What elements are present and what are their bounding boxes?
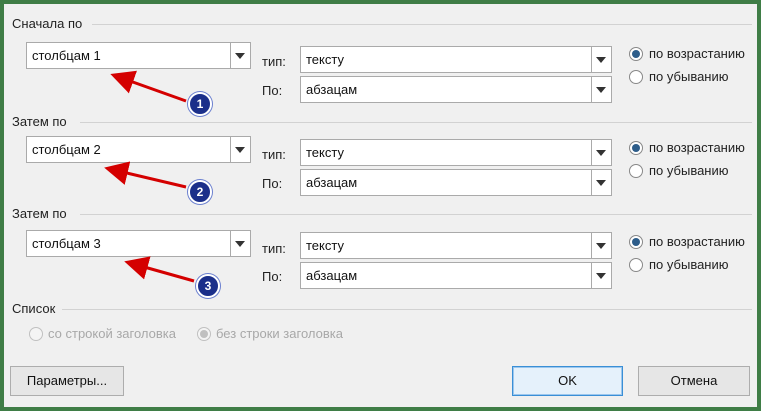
sort-column-value-3: столбцам 3 [32,236,101,251]
without-header-radio[interactable] [197,327,211,341]
type-combo-2[interactable]: тексту [300,139,612,166]
annotation-arrow-3 [124,256,195,283]
by-combo-3[interactable]: абзацам [300,262,612,289]
section-title-second: Затем по [12,114,67,129]
descending-radio-1[interactable] [629,70,643,84]
dropdown-button[interactable] [591,77,611,102]
annotation-arrow-1 [110,70,187,103]
sort-column-combo-1[interactable]: столбцам 1 [26,42,251,69]
by-combo-1[interactable]: абзацам [300,76,612,103]
cancel-button[interactable]: Отмена [638,366,750,396]
sort-dialog: Сначала по столбцам 1 тип: тексту По: аб… [4,4,757,407]
ascending-radio-2[interactable] [629,141,643,155]
section-divider [92,24,752,25]
dropdown-button[interactable] [591,233,611,258]
chevron-down-icon [235,147,245,153]
dropdown-button[interactable] [230,137,250,162]
by-value-2: абзацам [306,175,358,190]
section-divider [80,122,752,123]
dropdown-button[interactable] [591,47,611,72]
descending-radio-3[interactable] [629,258,643,272]
descending-label-1: по убыванию [649,69,729,84]
chevron-down-icon [596,87,606,93]
dropdown-button[interactable] [230,43,250,68]
type-label-3: тип: [262,241,286,256]
ascending-label-3: по возрастанию [649,234,745,249]
sort-column-combo-2[interactable]: столбцам 2 [26,136,251,163]
chevron-down-icon [596,273,606,279]
sort-column-value-1: столбцам 1 [32,48,101,63]
by-combo-2[interactable]: абзацам [300,169,612,196]
type-label-2: тип: [262,147,286,162]
dropdown-button[interactable] [591,140,611,165]
with-header-label: со строкой заголовка [48,326,177,341]
list-section-title: Список [12,301,56,316]
dropdown-button[interactable] [230,231,250,256]
type-value-2: тексту [306,145,344,160]
type-label-1: тип: [262,54,286,69]
ascending-radio-3[interactable] [629,235,643,249]
chevron-down-icon [235,53,245,59]
section-title-first: Сначала по [12,16,83,31]
type-value-3: тексту [306,238,344,253]
sort-column-combo-3[interactable]: столбцам 3 [26,230,251,257]
section-divider [80,214,752,215]
ok-button[interactable]: OK [512,366,623,396]
by-label-3: По: [262,269,283,284]
chevron-down-icon [596,150,606,156]
chevron-down-icon [596,243,606,249]
annotation-badge-3: 3 [196,274,220,298]
dropdown-button[interactable] [591,263,611,288]
annotation-arrow-2 [104,161,187,189]
descending-label-2: по убыванию [649,163,729,178]
by-label-1: По: [262,83,283,98]
by-value-1: абзацам [306,82,358,97]
annotation-badge-2: 2 [188,180,212,204]
with-header-radio[interactable] [29,327,43,341]
type-combo-1[interactable]: тексту [300,46,612,73]
sort-column-value-2: столбцам 2 [32,142,101,157]
chevron-down-icon [235,241,245,247]
type-combo-3[interactable]: тексту [300,232,612,259]
ascending-label-2: по возрастанию [649,140,745,155]
descending-label-3: по убыванию [649,257,729,272]
by-value-3: абзацам [306,268,358,283]
type-value-1: тексту [306,52,344,67]
descending-radio-2[interactable] [629,164,643,178]
chevron-down-icon [596,57,606,63]
by-label-2: По: [262,176,283,191]
annotation-badge-1: 1 [188,92,212,116]
dropdown-button[interactable] [591,170,611,195]
section-title-third: Затем по [12,206,67,221]
without-header-label: без строки заголовка [216,326,343,341]
ascending-label-1: по возрастанию [649,46,745,61]
section-divider [62,309,752,310]
ascending-radio-1[interactable] [629,47,643,61]
chevron-down-icon [596,180,606,186]
options-button[interactable]: Параметры... [10,366,124,396]
